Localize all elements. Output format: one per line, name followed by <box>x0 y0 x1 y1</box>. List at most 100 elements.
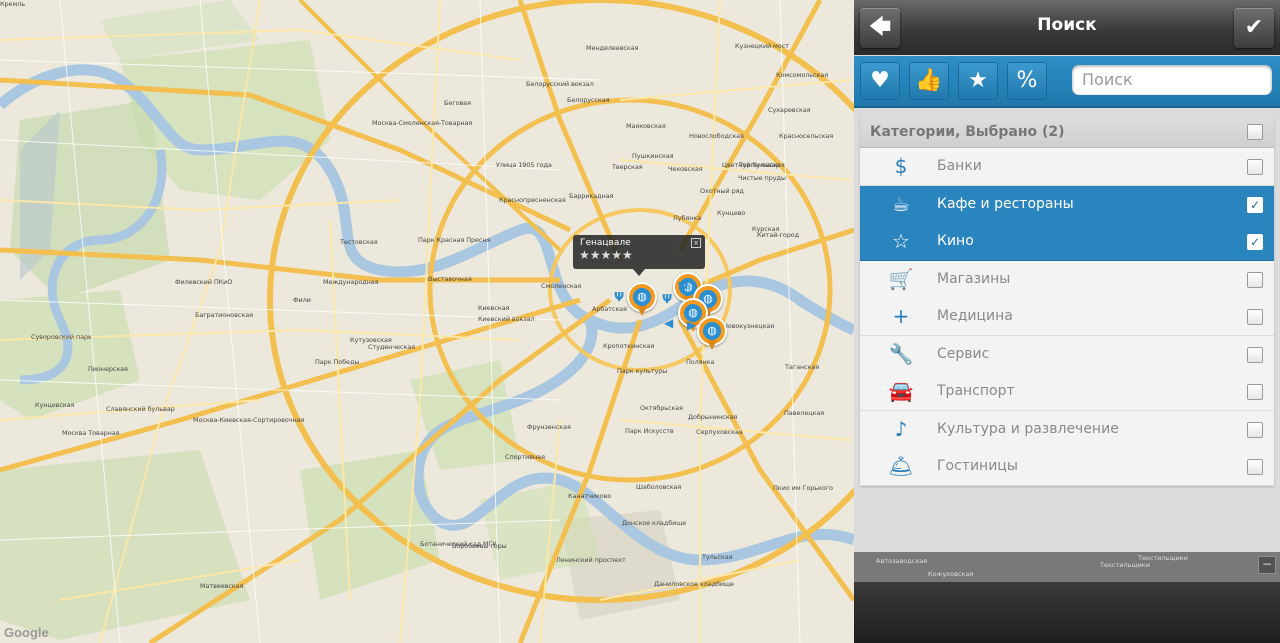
restaurant-marker-icon[interactable]: Ψ <box>662 292 672 306</box>
panel-title: Поиск <box>1037 15 1097 35</box>
map-place-label: Лубянка <box>673 214 702 222</box>
category-checkbox[interactable]: ✓ <box>1247 196 1263 213</box>
collapse-button[interactable]: − <box>1258 556 1276 574</box>
map-place-label: Славянский бульвар <box>106 405 175 413</box>
map-place-label: Тверская <box>612 163 643 171</box>
map-place-label: Пкио им Горького <box>773 484 833 492</box>
cinema-marker-icon[interactable]: ▶ <box>687 318 696 332</box>
search-input[interactable]: Поиск <box>1072 65 1272 95</box>
categories-header-label: Категории, Выбрано (2) <box>870 124 1065 140</box>
heart-icon: ♥ <box>870 68 890 93</box>
map-place-label: Суворовский парк <box>31 333 92 341</box>
map-place-label: Москва-Киевская-Сортировочная <box>193 416 305 424</box>
category-label: Медицина <box>937 308 1013 324</box>
popup-close-button[interactable]: × <box>691 238 701 248</box>
map-place-label: Парк Победы <box>315 358 360 366</box>
map-place-label: Комсомольская <box>776 71 829 79</box>
map-place-label: Киевская <box>478 304 510 312</box>
category-item[interactable]: + Медицина <box>860 298 1274 336</box>
checkmark-icon: ✔ <box>1244 15 1264 40</box>
shopping-cart-icon: 🛒 <box>888 266 914 291</box>
map-place-label: Белорусский вокзал <box>526 80 594 88</box>
map-place-label: Канатчиково <box>568 492 612 500</box>
category-label: Культура и развлечение <box>937 420 1119 437</box>
map-view[interactable]: Менделеевская Белорусский вокзал Белорусск… <box>0 0 854 643</box>
map-place-label: Кунцевская <box>35 401 75 409</box>
globe-icon: ◍ <box>633 288 651 306</box>
map-pin[interactable]: ◍ <box>697 316 727 350</box>
map-place-label: Чистые пруды <box>738 174 786 182</box>
map-place-label: Кропоткинская <box>603 342 655 350</box>
map-place-label: Филевский ПКиО <box>175 278 233 286</box>
map-place-label: Новослободская <box>689 132 744 140</box>
map-place-label: Курская <box>752 225 780 233</box>
bottom-toolbar <box>854 582 1280 643</box>
restaurant-marker-icon[interactable]: Ψ <box>614 290 624 304</box>
globe-icon: ◍ <box>703 322 721 340</box>
category-list: Категории, Выбрано (2) $ Банки ☕ Кафе и рес… <box>860 116 1274 486</box>
category-item[interactable]: 🛎 Гостиницы <box>860 448 1274 486</box>
map-place-label: Международная <box>323 278 379 286</box>
map-place-label: Киевский вокзал <box>478 315 535 323</box>
cinema-marker-icon[interactable]: ◀ <box>664 316 673 330</box>
category-list-header[interactable]: Категории, Выбрано (2) <box>860 116 1274 148</box>
map-place-label: Новокузнецкая <box>723 322 775 330</box>
map-place-label: Парк Искусств <box>625 427 674 435</box>
map-place-label: Парк культуры <box>617 367 668 375</box>
category-item[interactable]: 🛒 Магазины <box>860 260 1274 299</box>
map-place-label: Кремль <box>0 0 26 8</box>
map-pin[interactable]: ◍ <box>627 282 657 316</box>
category-checkbox[interactable] <box>1247 346 1263 363</box>
filter-bar: ♥ 👍 ★ % Поиск <box>854 56 1280 108</box>
map-place-label: Смоленская <box>541 282 582 290</box>
category-checkbox[interactable] <box>1247 309 1263 325</box>
discount-filter-button[interactable]: % <box>1007 62 1047 100</box>
map-place-label: Шаболовская <box>636 483 682 491</box>
strip-label: Текстильщики <box>1100 561 1150 569</box>
map-place-label: Пушкинская <box>632 152 674 160</box>
map-place-label: Цветной бульвар <box>722 161 780 169</box>
map-place-label: Добрынинская <box>688 413 738 421</box>
map-place-label: Даниловское кладбище <box>654 580 734 588</box>
map-place-label: Донское кладбище <box>622 519 687 527</box>
category-label: Гостиницы <box>937 458 1018 474</box>
category-checkbox[interactable] <box>1247 459 1263 475</box>
rated-filter-button[interactable]: ★ <box>958 62 998 100</box>
category-item[interactable]: 🔧 Сервис <box>860 335 1274 374</box>
map-place-label: Ленинский проспект <box>556 556 626 564</box>
car-icon: 🚘 <box>888 379 914 403</box>
map-place-label: Москва-Смоленская-Товарная <box>372 119 473 127</box>
map-place-label: Кузнецкий мост <box>735 42 789 50</box>
map-place-label: Баррикадная <box>569 192 614 200</box>
category-checkbox[interactable] <box>1247 159 1263 175</box>
select-all-checkbox[interactable] <box>1247 124 1263 140</box>
search-placeholder: Поиск <box>1082 70 1133 89</box>
category-item[interactable]: 🚘 Транспорт <box>860 373 1274 411</box>
hotel-bell-icon: 🛎 <box>888 454 914 478</box>
map-place-label: Тестовская <box>340 238 378 246</box>
medical-cross-icon: + <box>892 304 910 328</box>
category-label: Сервис <box>937 345 990 362</box>
category-label: Кафе и рестораны <box>937 195 1074 212</box>
category-item[interactable]: ♪ Культура и развлечение <box>860 410 1274 449</box>
confirm-button[interactable]: ✔ <box>1234 8 1274 48</box>
category-label: Кино <box>937 233 974 249</box>
map-place-label: Кунцево <box>717 209 746 217</box>
map-place-label: Парк Красная Пресня <box>418 236 491 244</box>
likes-filter-button[interactable]: 👍 <box>909 62 949 100</box>
category-item[interactable]: ☆ Кино ✓ <box>860 223 1274 261</box>
category-checkbox[interactable] <box>1247 384 1263 400</box>
map-place-label: Беговая <box>444 99 471 107</box>
category-checkbox[interactable] <box>1247 271 1263 288</box>
favorites-filter-button[interactable]: ♥ <box>860 62 900 100</box>
category-item[interactable]: ☕ Кафе и рестораны ✓ <box>860 185 1274 224</box>
map-place-label: Тульская <box>702 553 733 561</box>
map-place-label: Студенческая <box>368 343 415 351</box>
place-popup[interactable]: Генацвале ★★★★★ × <box>573 235 705 276</box>
category-item[interactable]: $ Банки <box>860 148 1274 186</box>
category-checkbox[interactable] <box>1247 421 1263 438</box>
restaurant-marker-icon[interactable]: Ψ <box>678 280 688 294</box>
category-checkbox[interactable]: ✓ <box>1247 234 1263 250</box>
map-place-label: Фрунзенская <box>527 423 571 431</box>
category-label: Транспорт <box>937 383 1015 399</box>
